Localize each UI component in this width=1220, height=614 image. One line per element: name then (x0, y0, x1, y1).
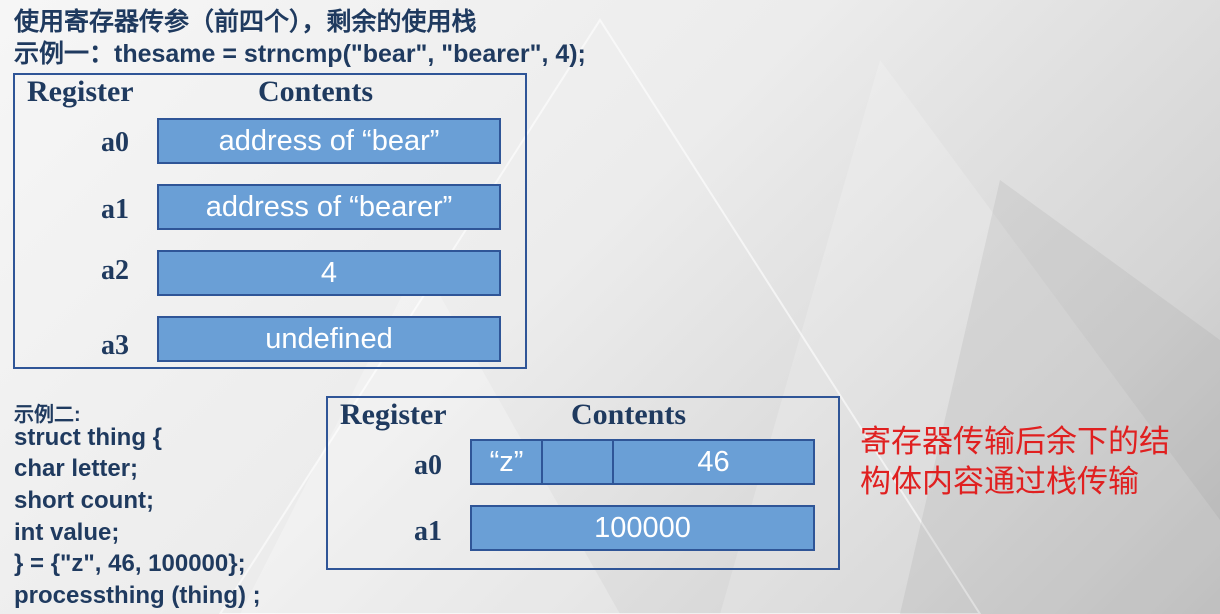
example1-cell-a0: address of “bear” (157, 118, 501, 164)
heading-line-2: 示例一：thesame = strncmp("bear", "bearer", … (14, 40, 586, 68)
example1-reg-a2: a2 (101, 255, 129, 286)
code-line-5: } = {"z", 46, 100000}; (14, 550, 246, 577)
code-line-6: processthing (thing) ; (14, 582, 261, 609)
note-line-2: 构体内容通过栈传输 (860, 464, 1139, 500)
code-line-2: char letter; (14, 455, 139, 482)
example2-reg-a1: a1 (414, 516, 442, 547)
example1-cell-a3: undefined (157, 316, 501, 362)
note-line-1: 寄存器传输后余下的结 (860, 424, 1170, 460)
example2-register-header: Register (340, 398, 447, 431)
example2-label: 示例二: (14, 404, 81, 426)
heading-line-1: 使用寄存器传参（前四个），剩余的使用栈 (14, 8, 477, 36)
code-line-1: struct thing { (14, 424, 162, 451)
example2-register-table: Register Contents a0 “z” 46 a1 100000 (326, 396, 840, 570)
example1-reg-a3: a3 (101, 330, 129, 361)
example2-reg-a0: a0 (414, 450, 442, 481)
example1-cell-a2: 4 (157, 250, 501, 296)
example1-reg-a0: a0 (101, 127, 129, 158)
example1-register-table: Register Contents a0 address of “bear” a… (13, 73, 527, 369)
example2-cell-a0-count: 46 (612, 439, 815, 485)
example2-cell-a0-padding (541, 439, 614, 485)
example1-register-header: Register (27, 75, 134, 108)
example2-contents-header: Contents (571, 398, 687, 431)
code-line-3: short count; (14, 487, 154, 514)
code-line-4: int value; (14, 519, 120, 546)
example2-cell-a0-letter: “z” (470, 439, 543, 485)
example1-cell-a1: address of “bearer” (157, 184, 501, 230)
example1-reg-a1: a1 (101, 194, 129, 225)
example1-contents-header: Contents (258, 75, 374, 108)
example2-cell-a1: 100000 (470, 505, 815, 551)
